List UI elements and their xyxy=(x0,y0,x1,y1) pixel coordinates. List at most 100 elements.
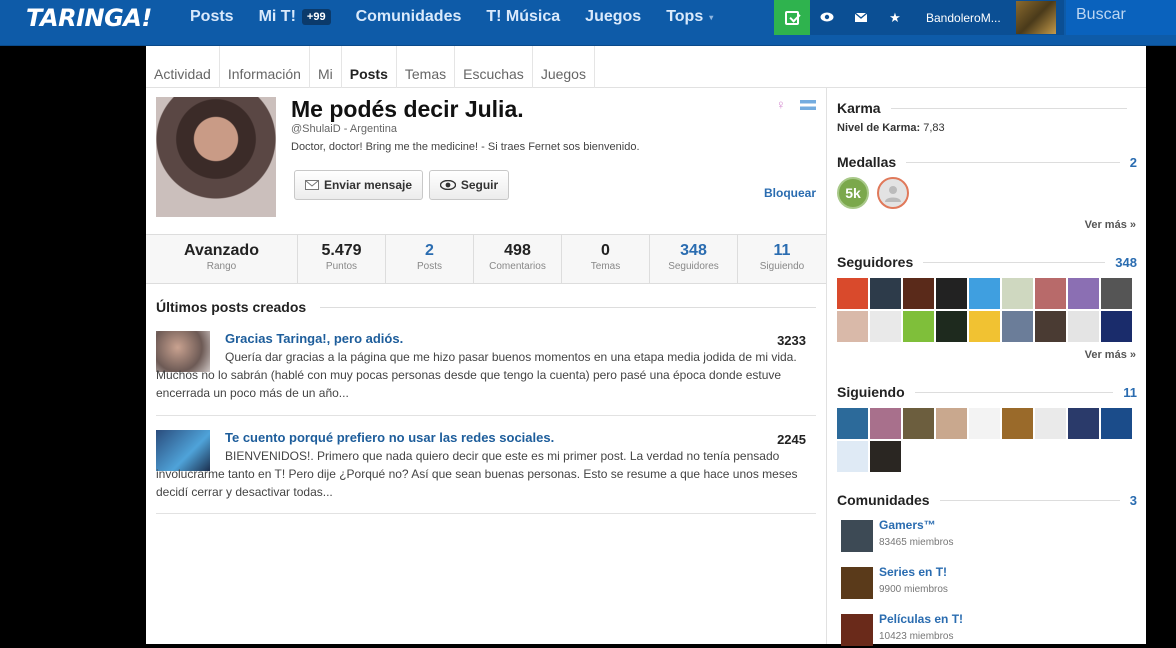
latest-posts-title: Últimos posts creados xyxy=(156,299,307,315)
community-item[interactable]: Series en T! 9900 miembros xyxy=(841,565,1141,601)
nav-posts[interactable]: Posts xyxy=(190,8,246,26)
post-title[interactable]: Te cuento porqué prefiero no usar las re… xyxy=(225,430,554,445)
follow-button[interactable]: Seguir xyxy=(429,170,509,200)
stat-siguiendo[interactable]: 11 Siguiendo xyxy=(738,235,826,283)
nav-mi-t[interactable]: Mi T! +99 xyxy=(259,8,343,26)
follower-avatar[interactable] xyxy=(936,311,967,342)
karma-heading: Karma xyxy=(837,100,1137,116)
community-name[interactable]: Películas en T! xyxy=(879,612,963,626)
post-points: 2245 xyxy=(777,432,806,447)
divider xyxy=(906,161,1120,163)
stat-value: 11 xyxy=(773,242,791,259)
tab-posts[interactable]: Posts xyxy=(342,46,397,88)
following-avatar[interactable] xyxy=(1101,408,1132,439)
medal-5k[interactable]: 5k xyxy=(837,177,869,209)
follower-avatar[interactable] xyxy=(1101,278,1132,309)
post-item: Gracias Taringa!, pero adiós. 3233 Querí… xyxy=(156,331,816,416)
tab-informacion[interactable]: Información xyxy=(220,46,310,88)
followers-see-more[interactable]: Ver más » xyxy=(1085,349,1136,361)
following-avatar[interactable] xyxy=(903,408,934,439)
following-avatar[interactable] xyxy=(1002,408,1033,439)
stat-temas: 0 Temas xyxy=(562,235,650,283)
follower-avatar[interactable] xyxy=(903,311,934,342)
following-avatar[interactable] xyxy=(1035,408,1066,439)
stat-seguidores[interactable]: 348 Seguidores xyxy=(650,235,738,283)
medals-see-more[interactable]: Ver más » xyxy=(1085,219,1136,231)
follower-avatar[interactable] xyxy=(1035,278,1066,309)
block-link[interactable]: Bloquear xyxy=(764,186,816,200)
post-title[interactable]: Gracias Taringa!, pero adiós. xyxy=(225,331,403,346)
follower-avatar[interactable] xyxy=(870,278,901,309)
following-avatar[interactable] xyxy=(870,408,901,439)
follower-avatar[interactable] xyxy=(969,311,1000,342)
argentina-flag-icon xyxy=(800,100,816,110)
stat-label: Puntos xyxy=(325,261,358,272)
stat-value: Avanzado xyxy=(184,242,259,259)
send-message-button[interactable]: Enviar mensaje xyxy=(294,170,423,200)
star-icon[interactable]: ★ xyxy=(878,10,912,26)
follower-avatar[interactable] xyxy=(903,278,934,309)
follower-avatar[interactable] xyxy=(1068,278,1099,309)
new-post-button[interactable] xyxy=(774,0,810,35)
nav-musica[interactable]: T! Música xyxy=(486,8,572,26)
tab-actividad[interactable]: Actividad xyxy=(146,46,220,88)
eye-icon[interactable] xyxy=(810,10,844,25)
stat-label: Temas xyxy=(590,261,621,272)
following-avatar[interactable] xyxy=(1068,408,1099,439)
follower-avatar[interactable] xyxy=(1068,311,1099,342)
medals-count[interactable]: 2 xyxy=(1130,155,1137,170)
profile-photo[interactable] xyxy=(156,97,276,217)
follower-avatar[interactable] xyxy=(1035,311,1066,342)
following-avatar[interactable] xyxy=(936,408,967,439)
follower-avatar[interactable] xyxy=(837,278,868,309)
stat-label: Seguidores xyxy=(668,261,719,272)
stat-comentarios: 498 Comentarios xyxy=(474,235,562,283)
medals-heading: Medallas 2 xyxy=(837,154,1137,170)
karma-label: Nivel de Karma: xyxy=(837,122,921,134)
username[interactable]: BandoleroM... xyxy=(926,11,1014,25)
community-thumbnail xyxy=(841,567,873,599)
followers-count[interactable]: 348 xyxy=(1115,255,1137,270)
profile-name: Me podés decir Julia. xyxy=(291,96,524,122)
follower-avatar[interactable] xyxy=(837,311,868,342)
divider xyxy=(939,499,1120,501)
tab-escuchas[interactable]: Escuchas xyxy=(455,46,533,88)
send-message-label: Enviar mensaje xyxy=(323,178,413,192)
mail-icon[interactable] xyxy=(844,10,878,25)
stat-value: 0 xyxy=(601,242,610,259)
stat-label: Rango xyxy=(206,261,237,272)
nav-juegos[interactable]: Juegos xyxy=(585,8,653,26)
following-avatar[interactable] xyxy=(837,408,868,439)
follower-avatar[interactable] xyxy=(969,278,1000,309)
following-count[interactable]: 11 xyxy=(1123,385,1137,400)
community-item[interactable]: Películas en T! 10423 miembros xyxy=(841,612,1141,648)
following-avatar[interactable] xyxy=(870,441,901,472)
community-name[interactable]: Series en T! xyxy=(879,565,947,579)
community-item[interactable]: Gamers™ 83465 miembros xyxy=(841,518,1141,554)
follower-avatar[interactable] xyxy=(1002,278,1033,309)
tab-mi[interactable]: Mi xyxy=(310,46,342,88)
following-avatar[interactable] xyxy=(837,441,868,472)
nav-musica-label: T! Música xyxy=(486,8,561,25)
karma-title: Karma xyxy=(837,100,881,116)
search-input[interactable]: Buscar xyxy=(1066,0,1176,35)
follower-avatar[interactable] xyxy=(936,278,967,309)
profile-panel: Actividad Información Mi Posts Temas Esc… xyxy=(146,46,1146,646)
stat-posts[interactable]: 2 Posts xyxy=(386,235,474,283)
stat-rango: Avanzado Rango xyxy=(146,235,298,283)
follower-avatar[interactable] xyxy=(1002,311,1033,342)
profile-sidebar: Karma Nivel de Karma: 7,83 Medallas 2 5k … xyxy=(826,88,1146,646)
taringa-logo[interactable]: TARINGA! xyxy=(26,4,152,32)
nav-tops[interactable]: Tops ▾ xyxy=(666,8,725,26)
following-avatar[interactable] xyxy=(969,408,1000,439)
communities-count[interactable]: 3 xyxy=(1130,493,1137,508)
communities-title: Comunidades xyxy=(837,492,930,508)
tab-juegos[interactable]: Juegos xyxy=(533,46,595,88)
user-avatar[interactable] xyxy=(1016,1,1056,34)
follower-avatar[interactable] xyxy=(1101,311,1132,342)
tab-temas[interactable]: Temas xyxy=(397,46,456,88)
follower-avatar[interactable] xyxy=(870,311,901,342)
medal-user[interactable] xyxy=(877,177,909,209)
nav-comunidades[interactable]: Comunidades xyxy=(356,8,474,26)
community-name[interactable]: Gamers™ xyxy=(879,518,936,532)
